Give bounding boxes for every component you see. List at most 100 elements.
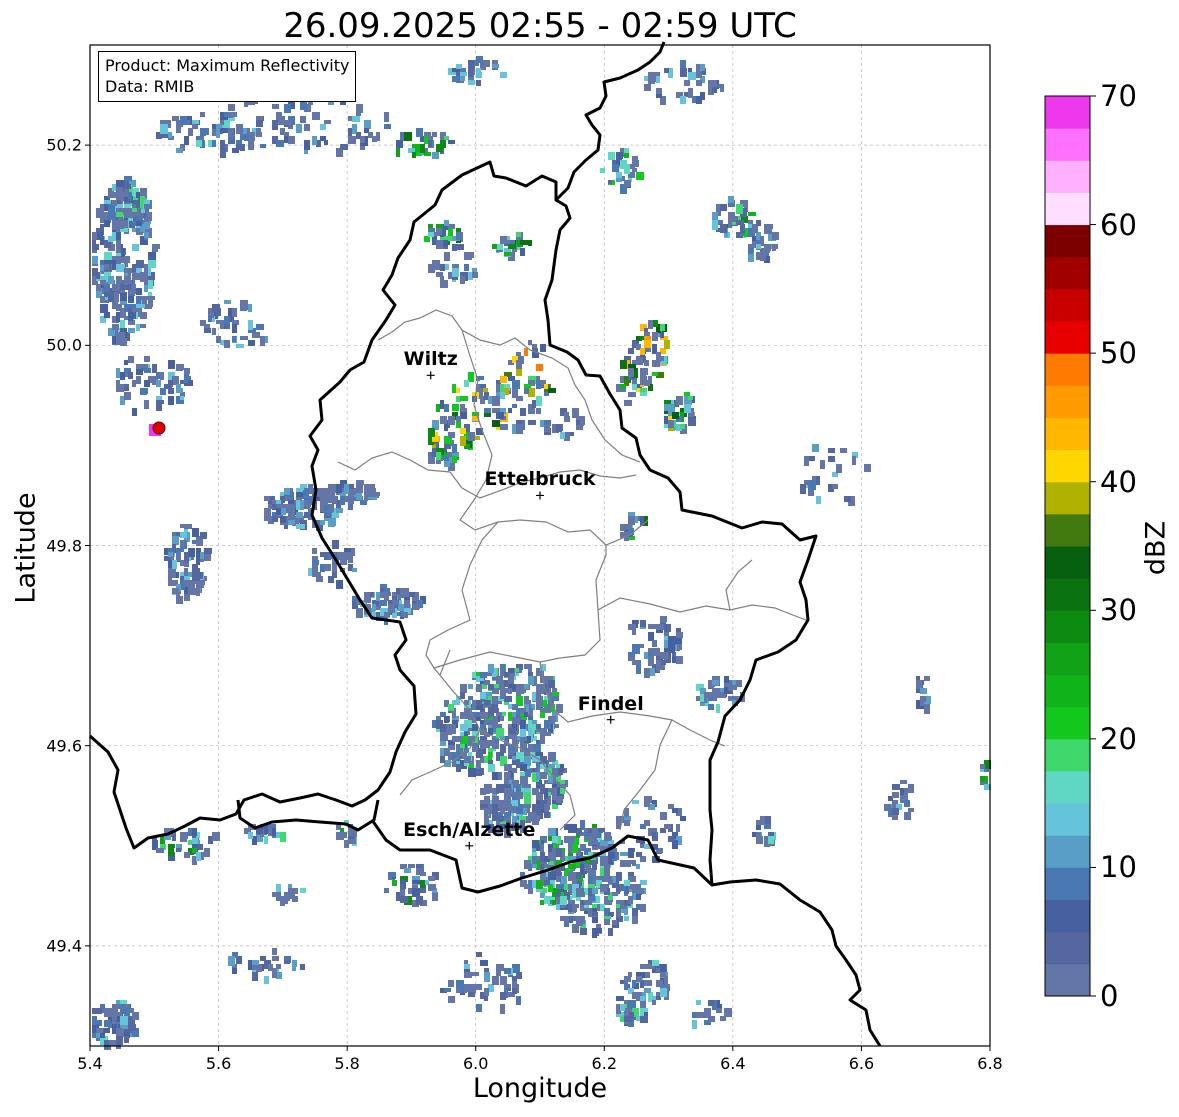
radar-echo-cell [324,120,331,124]
radar-echo-cell [272,516,278,522]
radar-echo-cell [508,408,512,413]
radar-echo-cell [248,132,255,141]
radar-echo-cell [704,1020,711,1025]
radar-echo-cell [180,540,184,547]
radar-echo-cell [448,416,455,425]
radar-echo-cell [852,456,856,465]
radar-echo-cell [480,384,486,388]
radar-echo-cell [116,180,124,187]
radar-echo-cell [624,916,629,921]
radar-echo-cell [504,252,511,256]
radar-echo-cell [692,1020,697,1029]
radar-echo-cell [228,112,233,118]
radar-echo-cell [224,316,230,325]
radar-echo-cell [224,300,231,304]
radar-echo-cell [260,144,266,148]
radar-echo-cell [464,960,468,964]
colorbar-segment [1045,256,1090,290]
radar-echo-cell [460,396,468,401]
colorbar-segment [1045,963,1090,997]
radar-echo-cell [904,800,910,806]
radar-echo-cell [572,924,579,929]
radar-echo-cell [224,120,230,128]
radar-echo-cell [540,344,546,352]
radar-echo-cell [424,132,431,136]
radar-echo-cell [144,268,148,278]
radar-echo-cell [500,1004,505,1014]
radar-echo-cell [448,724,456,734]
colorbar-tick-label: 60 [1100,207,1137,242]
radar-echo-cell [544,880,550,885]
radar-echo-cell [424,152,431,156]
radar-echo-cell [980,764,985,769]
radar-echo-cell [900,780,907,784]
radar-echo-cell [640,620,646,627]
radar-echo-cell [568,856,576,860]
radar-echo-cell [524,860,530,869]
radar-echo-cell [504,764,512,771]
radar-echo-cell [864,464,871,472]
radar-echo-cell [648,624,656,629]
radar-echo-cell [504,788,512,797]
radar-echo-cell [172,376,179,385]
country-border [554,41,666,202]
data-source-label: Data: RMIB [105,77,195,96]
radar-echo-cell [448,996,455,1003]
radar-echo-cell [628,392,636,397]
radar-echo-cell [476,700,482,705]
radar-echo-cell [432,152,439,159]
radar-echo-cell [556,876,561,882]
radar-echo-cell [176,388,183,393]
radar-echo-cell [504,796,511,805]
radar-echo-cell [372,136,377,142]
radar-echo-cell [468,252,474,258]
radar-echo-cell [440,756,445,763]
radar-echo-cell [808,456,815,461]
radar-echo-cell [104,1020,111,1027]
radar-echo-cell [464,380,469,387]
radar-echo-cell [100,296,105,303]
radar-echo-cell [532,724,536,730]
radar-echo-cell [436,452,441,460]
radar-echo-cell [92,1008,99,1014]
radar-echo-cell [212,328,216,335]
radar-echo-cell [652,332,658,341]
radar-echo-cell [556,424,562,432]
radar-echo-cell [412,604,419,610]
radar-echo-cell [624,860,631,867]
radar-echo-cell [312,548,317,554]
radar-echo-cell [604,832,611,841]
radar-echo-cell [320,520,325,525]
radar-echo-cell [636,864,640,869]
city-marker [536,491,544,500]
radar-echo-cell [104,220,110,227]
radar-echo-cell [328,508,333,513]
radar-echo-cell [256,964,262,972]
radar-echo-cell [180,396,184,400]
radar-echo-cell [468,992,475,997]
radar-echo-cell [480,724,486,728]
radar-echo-cell [496,244,503,250]
radar-echo-cell [364,120,371,129]
radar-echo-cell [520,356,524,364]
radar-echo-cell [412,888,417,892]
radar-echo-cell [160,124,168,134]
colorbar-segment [1045,610,1090,643]
radar-echo-cell [248,140,254,150]
radar-echo-cell [760,816,765,825]
radar-echo-cell [184,852,190,858]
radar-echo-cell [504,784,511,788]
radar-echo-cell [512,380,520,389]
radar-echo-cell [452,384,456,393]
radar-echo-cell [420,144,425,153]
colorbar-tick-label: 0 [1100,979,1119,1013]
radar-echo-cell [524,696,529,703]
radar-echo-cell [180,532,187,538]
radar-echo-cell [512,768,517,773]
radar-echo-cell [420,880,425,888]
radar-echo-cell [100,304,108,313]
radar-echo-cell [124,1004,130,1008]
radar-echo-cell [648,76,655,84]
radar-echo-cell [668,644,675,653]
product-label: Product: Maximum Reflectivity [105,56,350,75]
